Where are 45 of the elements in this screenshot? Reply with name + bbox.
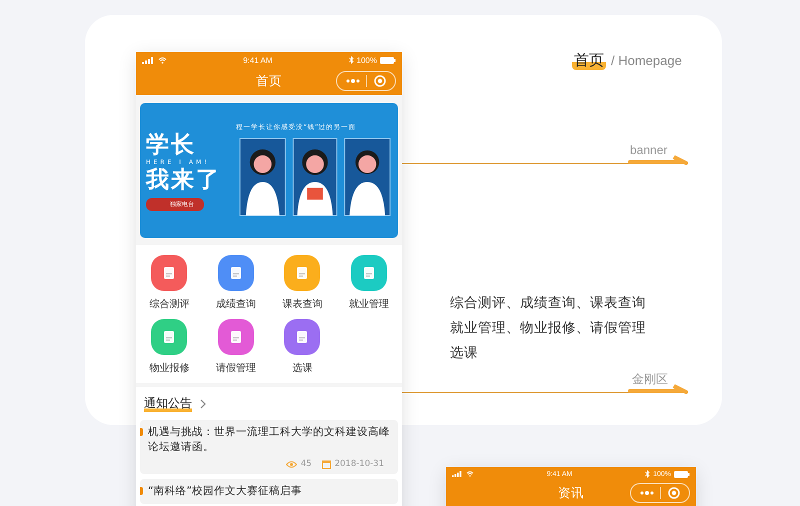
- chevron-right-icon[interactable]: [200, 398, 206, 408]
- battery-icon: [674, 470, 690, 478]
- swoosh-icon: [628, 155, 688, 165]
- banner-title: 我来了: [146, 166, 221, 194]
- more-icon: [640, 491, 654, 495]
- notice-card[interactable]: 机遇与挑战：世界一流理工科大学的文科建设高峰论坛邀请函。 45 2018-10-31: [140, 420, 398, 474]
- bluetooth-icon: [348, 56, 354, 64]
- summary-text: 选课: [450, 344, 479, 363]
- menu-item[interactable]: 物业报修: [136, 319, 202, 375]
- annotation-label: 金刚区: [632, 371, 668, 388]
- target-icon: [374, 75, 386, 87]
- menu-item[interactable]: 成绩查询: [202, 255, 269, 311]
- summary-text: 综合测评、成绩查询、课表查询: [450, 294, 646, 313]
- menu-item[interactable]: 就业管理: [336, 255, 402, 311]
- menu-item[interactable]: 请假管理: [202, 319, 269, 375]
- calendar-icon: [322, 460, 331, 468]
- notice-date: 2018-10-31: [334, 459, 384, 469]
- notice-card[interactable]: “南科络”校园作文大赛征稿启事: [140, 479, 398, 504]
- signal-icon: [452, 471, 463, 477]
- capsule-button[interactable]: [336, 71, 396, 91]
- signal-icon: [142, 56, 155, 64]
- page-title: 资讯: [558, 485, 584, 502]
- view-count: 45: [300, 459, 312, 469]
- notice-title: “南科络”校园作文大赛征稿启事: [148, 484, 303, 499]
- wifi-icon: [158, 56, 167, 64]
- swoosh-icon: [628, 384, 688, 394]
- summary-text: 就业管理、物业报修、请假管理: [450, 319, 646, 338]
- menu-item[interactable]: 综合测评: [136, 255, 202, 311]
- notice-title: 机遇与挑战：世界一流理工科大学的文科建设高峰论坛邀请函。: [148, 425, 390, 455]
- target-icon: [668, 487, 680, 499]
- page-title: 首页: [256, 73, 282, 90]
- menu-item[interactable]: 选课: [269, 319, 336, 375]
- bluetooth-icon: [645, 470, 650, 478]
- section-title: 通知公告: [144, 395, 192, 412]
- eye-icon: [286, 460, 297, 468]
- more-icon: [346, 79, 360, 83]
- wifi-icon: [466, 471, 474, 477]
- banner-title: 学长: [146, 130, 196, 158]
- battery-level: 100%: [356, 56, 377, 64]
- battery-icon: [380, 56, 396, 64]
- capsule-button[interactable]: [630, 483, 690, 503]
- annotation-label: banner: [630, 143, 668, 157]
- menu-item[interactable]: 课表查询: [269, 255, 336, 311]
- status-time: 9:41 AM: [243, 56, 272, 64]
- section-subtitle: / Homepage: [611, 53, 682, 68]
